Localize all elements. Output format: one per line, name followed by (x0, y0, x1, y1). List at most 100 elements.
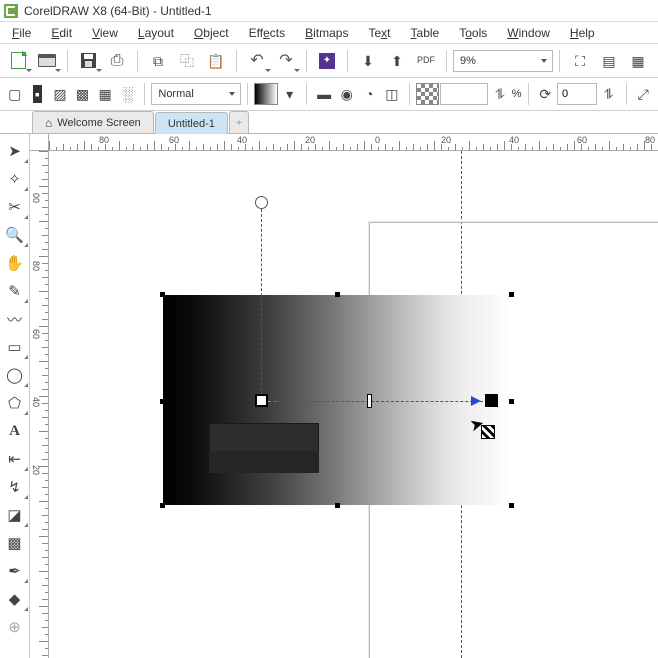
open-button[interactable] (33, 48, 61, 74)
crop-tool[interactable]: ✂ (3, 196, 27, 218)
copy-button[interactable]: ⿻ (173, 48, 201, 74)
shape-tool[interactable]: ✧ (3, 168, 27, 190)
transparency-axis-line (261, 209, 262, 395)
freehand-tool[interactable]: ✎ (3, 280, 27, 302)
search-content-button[interactable]: ✦ (313, 48, 341, 74)
ruler-tick-label: 20 (305, 135, 315, 145)
fullscreen-button[interactable]: ⛶ (566, 48, 594, 74)
menu-text[interactable]: Text (358, 24, 400, 42)
eyedropper-tool[interactable]: ✒ (3, 560, 27, 582)
toolbox: ➤ ✧ ✂ 🔍 ✋ ✎ 〰 ▭ ◯ ⬠ A ⇤ ↯ ◪ ▩ ✒ ◆ ⊕ (0, 134, 30, 658)
transparency-vector-line (272, 401, 488, 402)
polygon-tool[interactable]: ⬠ (3, 392, 27, 414)
toolbar-separator (247, 83, 248, 105)
menu-file[interactable]: File (2, 24, 41, 42)
ruler-horizontal[interactable]: 80 60 40 20 0 20 40 60 80 (49, 134, 658, 151)
import-button[interactable]: ⬇ (354, 48, 382, 74)
menu-help[interactable]: Help (560, 24, 605, 42)
conical-transparency-button[interactable]: ◔ (359, 81, 381, 107)
text-tool[interactable]: A (3, 420, 27, 442)
menu-edit[interactable]: Edit (41, 24, 82, 42)
export-button[interactable]: ⬆ (383, 48, 411, 74)
rotation-stepper[interactable]: ⥮ (598, 81, 620, 107)
no-transparency-button[interactable]: ▢ (4, 81, 26, 107)
gradient-rectangle-object[interactable] (163, 295, 511, 505)
node-opacity-input[interactable] (440, 83, 488, 105)
dark-panel-object-b[interactable] (209, 451, 319, 473)
tab-untitled-1[interactable]: Untitled-1 (155, 112, 228, 134)
selection-handle[interactable] (509, 399, 514, 404)
ellipse-tool[interactable]: ◯ (3, 364, 27, 386)
selection-handle[interactable] (509, 503, 514, 508)
drop-shadow-tool[interactable]: ◪ (3, 504, 27, 526)
rectangular-transparency-button[interactable]: ◫ (381, 81, 403, 107)
toolbar-separator (306, 83, 307, 105)
toolbar-separator (409, 83, 410, 105)
ruler-vertical[interactable]: 00 80 60 40 20 (30, 151, 49, 658)
menu-tools[interactable]: Tools (449, 24, 497, 42)
bitmap-transparency-button[interactable]: ▦ (94, 81, 116, 107)
print-button[interactable] (103, 48, 131, 74)
cut-button[interactable]: ⧉ (144, 48, 172, 74)
tab-label: Untitled-1 (168, 118, 215, 130)
save-button[interactable] (74, 48, 102, 74)
ruler-origin[interactable] (30, 134, 49, 151)
add-tab-button[interactable]: + (229, 111, 249, 133)
drawing-canvas[interactable]: ➤ (49, 151, 658, 658)
selection-handle[interactable] (160, 399, 165, 404)
window-title: CorelDRAW X8 (64-Bit) - Untitled-1 (24, 4, 212, 18)
menu-layout[interactable]: Layout (128, 24, 184, 42)
toolbar-separator (236, 50, 237, 72)
menu-view[interactable]: View (82, 24, 128, 42)
interactive-fill-tool[interactable]: ◆ (3, 588, 27, 610)
transparency-midpoint-handle[interactable] (367, 394, 372, 408)
zoom-tool[interactable]: 🔍 (3, 224, 27, 246)
selection-handle[interactable] (335, 503, 340, 508)
node-transparency-swatch[interactable] (416, 83, 440, 105)
undo-button[interactable] (243, 48, 271, 74)
menu-object[interactable]: Object (184, 24, 239, 42)
menu-table[interactable]: Table (401, 24, 450, 42)
menu-bitmaps[interactable]: Bitmaps (295, 24, 358, 42)
menu-window[interactable]: Window (497, 24, 560, 42)
redo-button[interactable] (272, 48, 300, 74)
pick-tool[interactable]: ➤ (3, 140, 27, 162)
show-grid-button[interactable]: ▦ (624, 48, 652, 74)
dimension-tool[interactable]: ⇤ (3, 448, 27, 470)
zoom-dropdown[interactable]: 9% (453, 50, 553, 72)
pan-tool[interactable]: ✋ (3, 252, 27, 274)
selection-handle[interactable] (509, 292, 514, 297)
transparency-freeform-handle[interactable] (255, 196, 268, 209)
transparency-start-handle[interactable] (255, 394, 268, 407)
transparency-swatch[interactable] (254, 83, 278, 105)
selection-handle[interactable] (160, 503, 165, 508)
paste-button[interactable]: 📋 (202, 48, 230, 74)
elliptical-transparency-button[interactable]: ◉ (336, 81, 358, 107)
opacity-stepper[interactable]: ⥮ (489, 81, 511, 107)
publish-pdf-button[interactable]: PDF (412, 48, 440, 74)
connector-tool[interactable]: ↯ (3, 476, 27, 498)
show-rulers-button[interactable]: ▤ (595, 48, 623, 74)
new-doc-button[interactable] (4, 48, 32, 74)
fountain-transparency-button[interactable]: ▨ (49, 81, 71, 107)
selection-handle[interactable] (335, 292, 340, 297)
uniform-transparency-button[interactable]: ▪ (27, 81, 49, 107)
linear-transparency-button[interactable]: ▬ (313, 81, 335, 107)
transparency-tool[interactable]: ▩ (3, 532, 27, 554)
menu-effects[interactable]: Effects (239, 24, 296, 42)
pattern-transparency-button[interactable]: ▩ (72, 81, 94, 107)
quick-customize-button[interactable]: ⊕ (3, 616, 27, 638)
cursor-transparency-icon (481, 425, 495, 439)
transparency-end-handle[interactable] (485, 394, 498, 407)
rotation-input[interactable] (557, 83, 597, 105)
free-scale-button[interactable]: ⤢ (632, 81, 654, 107)
tab-welcome[interactable]: ⌂ Welcome Screen (32, 111, 154, 133)
texture-transparency-button[interactable]: ░ (117, 81, 139, 107)
transparency-picker-dropdown[interactable]: ▾ (279, 81, 301, 107)
merge-mode-dropdown[interactable]: Normal (151, 83, 241, 105)
rectangle-tool[interactable]: ▭ (3, 336, 27, 358)
selection-handle[interactable] (160, 292, 165, 297)
artistic-media-tool[interactable]: 〰 (3, 308, 27, 330)
menu-bar: File Edit View Layout Object Effects Bit… (0, 22, 658, 44)
document-tabs: ⌂ Welcome Screen Untitled-1 + (0, 111, 658, 134)
